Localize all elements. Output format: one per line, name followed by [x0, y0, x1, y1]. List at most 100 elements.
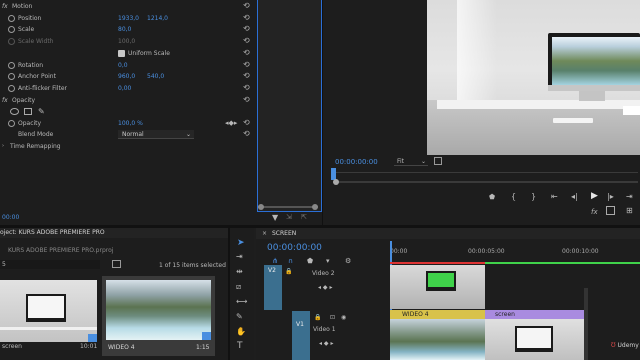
- reset-icon[interactable]: ⟲: [243, 82, 250, 93]
- add-marker-icon[interactable]: ⬟: [307, 257, 313, 265]
- ellipse-mask-icon[interactable]: [10, 108, 19, 115]
- zoom-handle[interactable]: [333, 179, 339, 185]
- step-back-icon[interactable]: ◂|: [571, 192, 578, 201]
- scrub-track[interactable]: [333, 172, 638, 173]
- fx-toggle-icon[interactable]: fx: [591, 208, 598, 216]
- timeline-scrollbar[interactable]: [584, 288, 588, 360]
- opacity-value[interactable]: 100,0 %: [118, 118, 143, 129]
- selection-tool-icon[interactable]: ➤: [237, 238, 245, 248]
- scale-row: Scale 80,0 ⟲: [0, 24, 258, 35]
- stopwatch-icon[interactable]: [8, 73, 15, 80]
- project-tab[interactable]: oject: KURS ADOBE PREMIERE PRO: [0, 228, 228, 238]
- position-x-value[interactable]: 1933,0: [118, 13, 139, 24]
- reset-icon[interactable]: ⟲: [243, 0, 250, 11]
- keyframe-nav-icon[interactable]: ◂ ◆ ▸: [318, 284, 332, 291]
- sync-lock-icon[interactable]: ⊡: [330, 314, 335, 321]
- keyframe-nav-icon[interactable]: ◂◆▸: [225, 118, 237, 129]
- program-timecode[interactable]: 00:00:00:00: [335, 158, 378, 166]
- fit-dropdown[interactable]: Fit ⌄: [394, 157, 428, 166]
- uniform-scale-checkbox[interactable]: [118, 50, 125, 57]
- scale-label: Scale: [18, 26, 35, 33]
- stopwatch-icon[interactable]: [8, 120, 15, 127]
- toggle-proxy-icon[interactable]: ⊞: [626, 206, 633, 215]
- render-bar-green: [485, 262, 640, 264]
- filter-icon[interactable]: ▼: [272, 213, 278, 222]
- new-bin-icon[interactable]: [112, 260, 121, 268]
- reset-icon[interactable]: ⟲: [243, 128, 250, 139]
- clip-label: screen: [485, 310, 584, 319]
- linked-selection-icon[interactable]: ∩: [288, 257, 293, 265]
- lock-icon[interactable]: 🔒: [285, 268, 292, 275]
- reset-icon[interactable]: ⟲: [243, 59, 250, 70]
- marker-icon[interactable]: ▾: [326, 257, 330, 265]
- stopwatch-icon[interactable]: [8, 26, 15, 33]
- stopwatch-icon[interactable]: [8, 62, 15, 69]
- ruler-label: 00:00: [390, 248, 408, 255]
- keyframe-area[interactable]: [257, 0, 322, 212]
- motion-section[interactable]: fx Motion ⟲: [0, 1, 258, 12]
- step-forward-icon[interactable]: |▸: [607, 192, 614, 201]
- zoom-bar[interactable]: [333, 181, 638, 183]
- keyframe-nav-icon[interactable]: ◂ ◆ ▸: [319, 340, 333, 347]
- pen-mask-icon[interactable]: ✎: [38, 106, 45, 117]
- mark-out-icon[interactable]: }: [531, 192, 536, 201]
- scroll-bar[interactable]: [258, 206, 318, 208]
- slip-tool-icon[interactable]: ⟷: [236, 297, 247, 306]
- reset-icon[interactable]: ⟲: [243, 35, 250, 46]
- snap-icon[interactable]: ⇱: [301, 213, 307, 221]
- clip-v2[interactable]: [390, 265, 485, 309]
- reset-icon[interactable]: ⟲: [243, 94, 250, 105]
- reset-icon[interactable]: ⟲: [243, 12, 250, 23]
- rotation-row: Rotation 0,0 ⟲: [0, 60, 258, 71]
- timeline-timecode[interactable]: 00:00:00:00: [267, 243, 322, 253]
- track-select-icon[interactable]: ⇥: [236, 252, 243, 261]
- play-icon[interactable]: ▶: [591, 191, 598, 201]
- go-to-out-icon[interactable]: ⇥: [626, 192, 633, 201]
- position-y-value[interactable]: 1214,0: [147, 13, 168, 24]
- lock-icon[interactable]: 🔒: [314, 314, 321, 321]
- mark-in-icon[interactable]: {: [511, 192, 516, 201]
- blend-mode-dropdown[interactable]: Normal ⌄: [118, 130, 194, 139]
- razor-tool-icon[interactable]: ⧄: [236, 282, 241, 292]
- effect-controls-timecode[interactable]: 00:00: [2, 214, 19, 221]
- scale-value[interactable]: 80,0: [118, 24, 131, 35]
- scroll-handle[interactable]: [312, 204, 318, 210]
- go-to-in-icon[interactable]: ⇤: [551, 192, 558, 201]
- anti-flicker-value[interactable]: 0,00: [118, 83, 131, 94]
- opacity-section[interactable]: fx Opacity ⟲: [0, 95, 258, 106]
- sequence-tab[interactable]: SCREEN: [272, 230, 296, 237]
- anchor-y-value[interactable]: 540,0: [147, 71, 164, 82]
- close-icon[interactable]: ×: [262, 230, 267, 237]
- export-frame-icon[interactable]: [606, 206, 615, 215]
- search-input[interactable]: 5: [0, 260, 100, 269]
- ruler-label: 00:00:05:00: [468, 248, 505, 255]
- export-frame-icon[interactable]: ⇲: [286, 213, 292, 221]
- pen-tool-icon[interactable]: ✎: [236, 312, 243, 321]
- reset-icon[interactable]: ⟲: [243, 70, 250, 81]
- v1-source-toggle[interactable]: V1: [292, 311, 310, 360]
- rotation-value[interactable]: 0,0: [118, 60, 128, 71]
- stopwatch-icon[interactable]: [8, 15, 15, 22]
- snap-icon[interactable]: ⋔: [272, 257, 278, 265]
- clip-thumbnail[interactable]: screen 10:01: [0, 280, 97, 350]
- vertical-divider[interactable]: [322, 0, 323, 225]
- stopwatch-icon[interactable]: [8, 85, 15, 92]
- settings-icon[interactable]: [434, 157, 442, 165]
- wrench-icon[interactable]: ⚙: [345, 257, 351, 265]
- expand-arrow-icon[interactable]: ›: [2, 141, 4, 152]
- scroll-handle[interactable]: [258, 204, 264, 210]
- ripple-edit-icon[interactable]: ⇹: [236, 267, 243, 276]
- eye-icon[interactable]: ◉: [341, 314, 346, 321]
- add-marker-icon[interactable]: ⬟: [489, 193, 495, 201]
- time-remapping-row[interactable]: › Time Remapping: [0, 141, 258, 152]
- hand-tool-icon[interactable]: ✋: [236, 327, 246, 336]
- reset-icon[interactable]: ⟲: [243, 47, 250, 58]
- type-tool-icon[interactable]: T: [237, 341, 243, 351]
- rectangle-mask-icon[interactable]: [24, 108, 32, 115]
- reset-icon[interactable]: ⟲: [243, 117, 250, 128]
- v2-target-toggle[interactable]: V2: [264, 265, 282, 310]
- reset-icon[interactable]: ⟲: [243, 23, 250, 34]
- anchor-x-value[interactable]: 960,0: [118, 71, 135, 82]
- clip-thumbnail-selected[interactable]: WIDEO 4 1:15: [102, 276, 215, 356]
- clip-v1[interactable]: WIDEO 4 screen: [390, 310, 584, 360]
